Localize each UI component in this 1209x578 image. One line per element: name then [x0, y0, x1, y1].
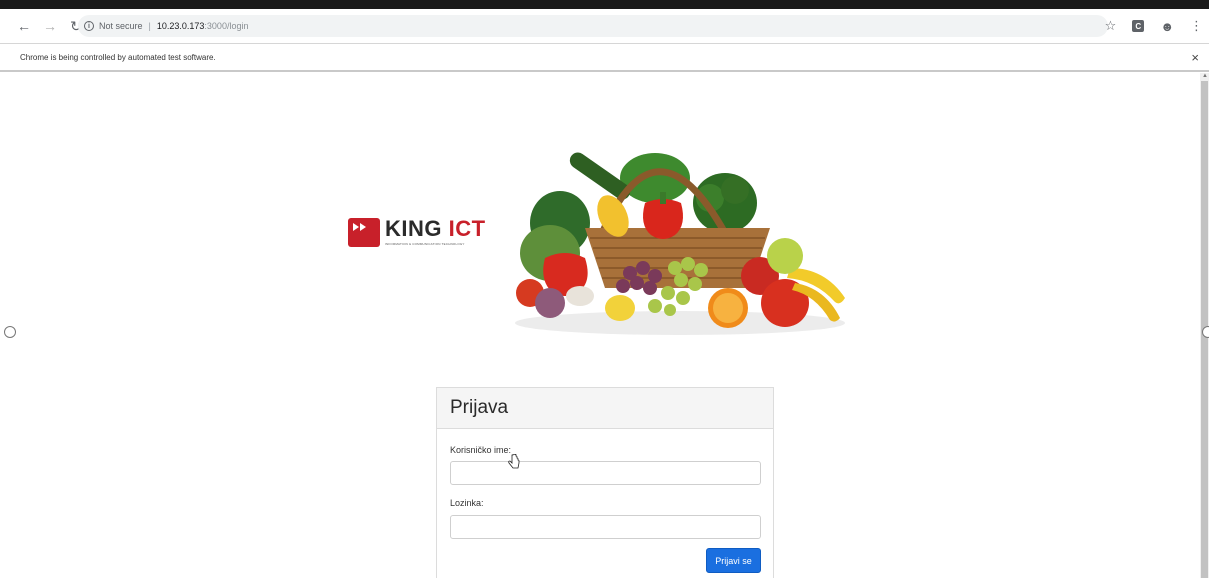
- address-separator: |: [148, 21, 151, 31]
- back-icon[interactable]: ←: [14, 16, 34, 36]
- browser-toolbar: ← → ↻ i Not secure | 10.23.0.173:3000/lo…: [0, 9, 1209, 44]
- automation-infobar: Chrome is being controlled by automated …: [0, 44, 1209, 72]
- login-title: Prijava: [437, 388, 773, 429]
- address-bar[interactable]: i Not secure | 10.23.0.173:3000/login: [78, 15, 1108, 37]
- close-icon[interactable]: ×: [1191, 50, 1199, 65]
- right-edge-handle: [1202, 326, 1209, 338]
- star-icon[interactable]: ☆: [1105, 18, 1117, 34]
- username-input[interactable]: [450, 461, 761, 485]
- vegetable-basket-image: [515, 152, 845, 335]
- scroll-up-icon[interactable]: ▲: [1202, 73, 1208, 79]
- extension-icon[interactable]: C: [1132, 20, 1145, 32]
- info-icon[interactable]: i: [84, 21, 94, 31]
- security-label: Not secure: [99, 21, 143, 31]
- url-host: 10.23.0.173: [156, 21, 205, 31]
- password-input[interactable]: [450, 515, 761, 539]
- logo-name-king: KING: [385, 216, 442, 241]
- hand-cursor-icon: [508, 454, 520, 469]
- logo-mark-icon: [348, 218, 380, 247]
- left-edge-handle: [4, 326, 16, 338]
- toolbar-actions: ☆ C ☻ ⋮: [1105, 18, 1203, 34]
- forward-icon[interactable]: →: [40, 16, 60, 36]
- login-button[interactable]: Prijavi se: [706, 548, 761, 573]
- logo-tagline: INFORMATION & COMMUNICATION TECHNOLOGY: [385, 242, 465, 246]
- logo-name-ict: ICT: [448, 216, 486, 241]
- username-label: Korisničko ime:: [450, 445, 512, 455]
- window-top-edge: [0, 0, 1209, 9]
- url-path: :3000/login: [204, 21, 249, 31]
- automation-notice: Chrome is being controlled by automated …: [20, 52, 216, 62]
- king-ict-logo: KING ICT INFORMATION & COMMUNICATION TEC…: [348, 218, 486, 247]
- login-card: Prijava Korisničko ime: Lozinka: Prijavi…: [436, 387, 774, 578]
- menu-icon[interactable]: ⋮: [1190, 18, 1203, 34]
- profile-icon[interactable]: ☻: [1160, 19, 1174, 34]
- password-label: Lozinka:: [450, 498, 484, 508]
